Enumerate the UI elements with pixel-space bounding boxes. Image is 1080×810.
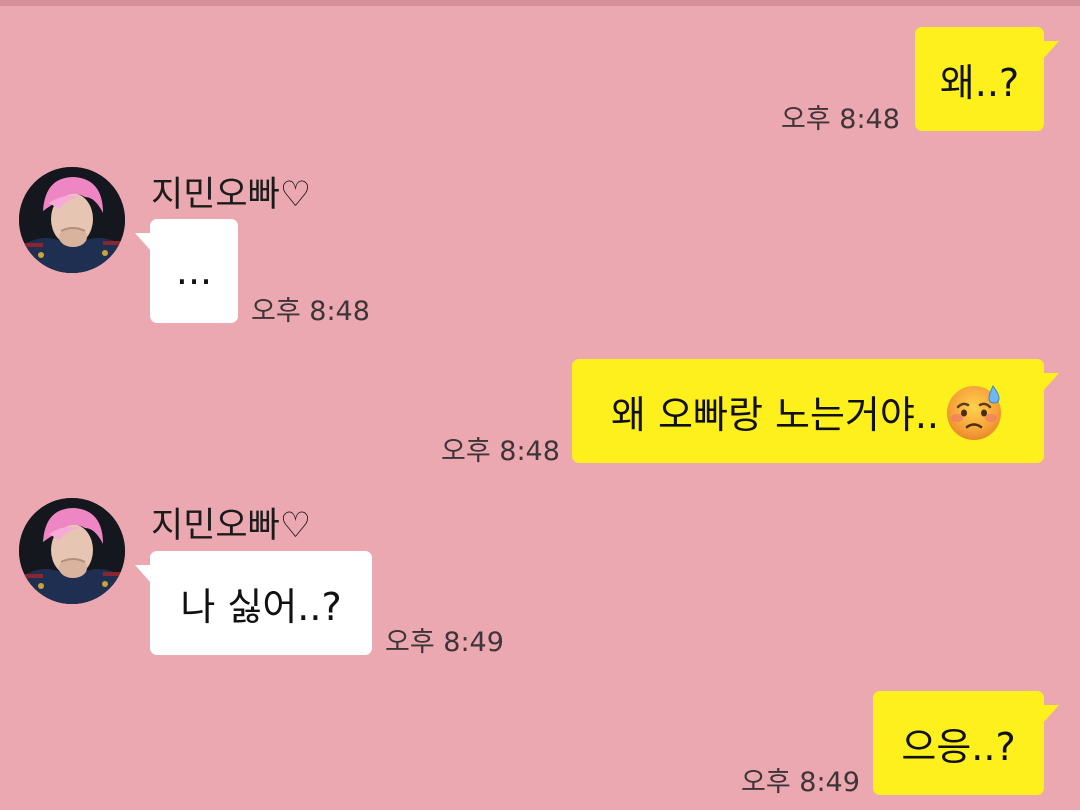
message-text: 왜 오빠랑 노는거야.. [611,392,939,437]
sender-name: 지민오빠♡ [151,175,312,215]
sender-avatar[interactable] [19,167,125,273]
message-timestamp: 오후 8:48 [251,296,370,327]
outgoing-message-bubble[interactable]: 왜 오빠랑 노는거야.. [572,359,1059,463]
incoming-message-bubble[interactable]: ... [135,219,238,323]
sad-sweat-face-emoji [943,380,1005,442]
message-timestamp: 오후 8:48 [441,436,560,467]
incoming-message-bubble[interactable]: 나 싫어..? [135,551,372,655]
sender-avatar[interactable] [19,498,125,604]
avatar-photo [19,498,125,604]
message-timestamp: 오후 8:49 [385,627,504,658]
message-timestamp: 오후 8:49 [741,767,860,798]
message-text: 나 싫어..? [180,584,342,629]
message-text: ... [175,249,213,293]
top-divider [0,0,1080,6]
sender-name: 지민오빠♡ [151,506,312,546]
message-text: 으응..? [901,724,1016,769]
avatar-photo [19,167,125,273]
message-timestamp: 오후 8:48 [781,104,900,135]
outgoing-message-bubble[interactable]: 왜..? [915,27,1059,131]
outgoing-message-bubble[interactable]: 으응..? [873,691,1059,795]
message-text: 왜..? [939,60,1020,105]
